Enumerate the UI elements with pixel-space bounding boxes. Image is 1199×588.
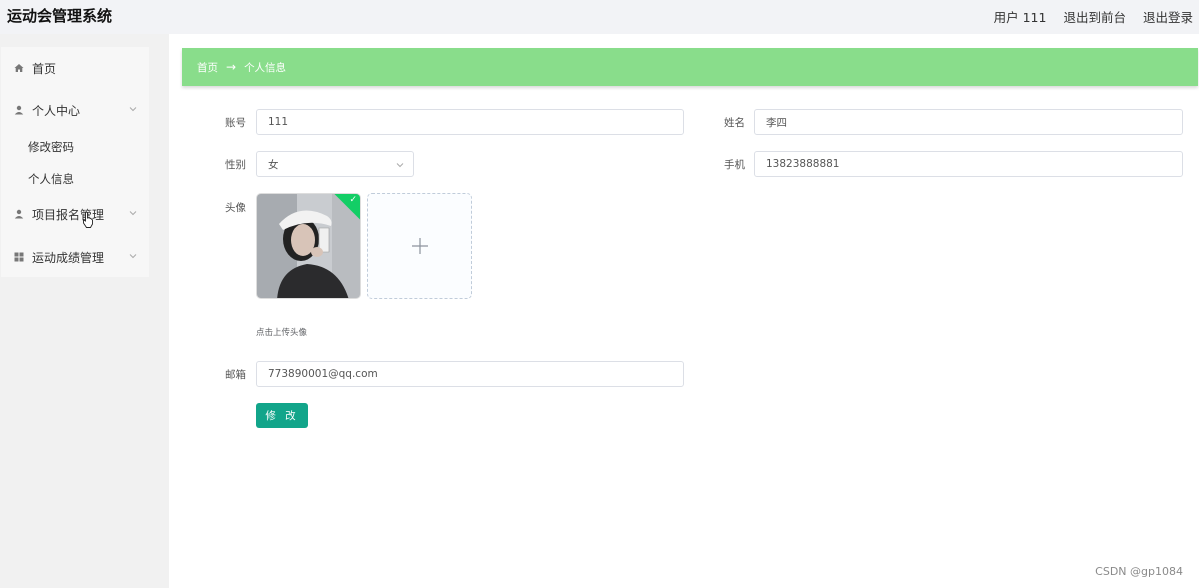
sidebar-subitem-personal-info[interactable]: 个人信息 [28,171,74,187]
user-icon [14,105,24,115]
avatar-upload-button[interactable] [367,193,472,299]
breadcrumb-current: 个人信息 [244,61,287,74]
avatar-label: 头像 [225,202,246,214]
watermark: CSDN @gp1084 [1095,565,1183,578]
breadcrumb-home[interactable]: 首页 [197,60,218,75]
gender-label: 性别 [225,159,246,171]
modify-button[interactable]: 修 改 [256,403,308,428]
phone-label: 手机 [724,159,745,171]
avatar-image[interactable]: ✓ [256,193,361,299]
name-label: 姓名 [724,117,745,129]
name-value: 李四 [766,116,787,129]
avatar-upload-hint: 点击上传头像 [256,328,308,338]
account-field[interactable]: 111 [256,109,684,135]
chevron-down-icon [396,163,404,168]
phone-value: 13823888881 [766,158,840,170]
mouse-cursor-icon [83,211,93,228]
sidebar-item-personal-center[interactable]: 个人中心 [0,99,148,121]
avatar-photo-icon [257,194,360,298]
chevron-down-icon [129,254,137,259]
breadcrumb-arrow-icon: → [226,60,237,74]
user-label: 用户 111 [993,10,1047,25]
sidebar-item-label: 个人中心 [32,103,81,118]
top-bar: 运动会管理系统 用户 111 退出到前台 退出登录 [0,0,1199,34]
app-title: 运动会管理系统 [7,7,113,25]
chevron-down-icon [129,107,137,112]
check-icon: ✓ [349,195,357,205]
email-label: 邮箱 [225,369,246,381]
gender-value: 女 [268,158,279,171]
sidebar-item-label: 运动成绩管理 [32,250,105,265]
sidebar-item-results[interactable]: 运动成绩管理 [0,246,148,268]
logout-link[interactable]: 退出登录 [1143,7,1193,26]
account-label: 账号 [225,117,246,129]
sidebar-item-home[interactable]: 首页 [0,57,148,79]
sidebar-subitem-change-password[interactable]: 修改密码 [28,139,74,155]
email-field[interactable]: 773890001@qq.com [256,361,684,387]
account-value: 111 [268,116,289,128]
breadcrumb: 首页 → 个人信息 [182,48,1198,86]
gender-select[interactable]: 女 [256,151,414,177]
sidebar-item-label: 首页 [32,61,57,76]
sidebar-menu [1,47,149,277]
goto-front-link[interactable]: 退出到前台 [1063,7,1126,26]
name-field[interactable]: 李四 [754,109,1183,135]
plus-icon [411,238,428,254]
email-value: 773890001@qq.com [268,368,378,380]
top-right-links: 用户 111 退出到前台 退出登录 [994,7,1193,26]
grid-icon [14,252,24,262]
home-icon [14,63,24,73]
user-icon [14,209,24,219]
phone-field[interactable]: 13823888881 [754,151,1183,177]
sidebar-item-event-registration[interactable]: 项目报名管理 [0,203,148,225]
chevron-down-icon [129,211,137,216]
